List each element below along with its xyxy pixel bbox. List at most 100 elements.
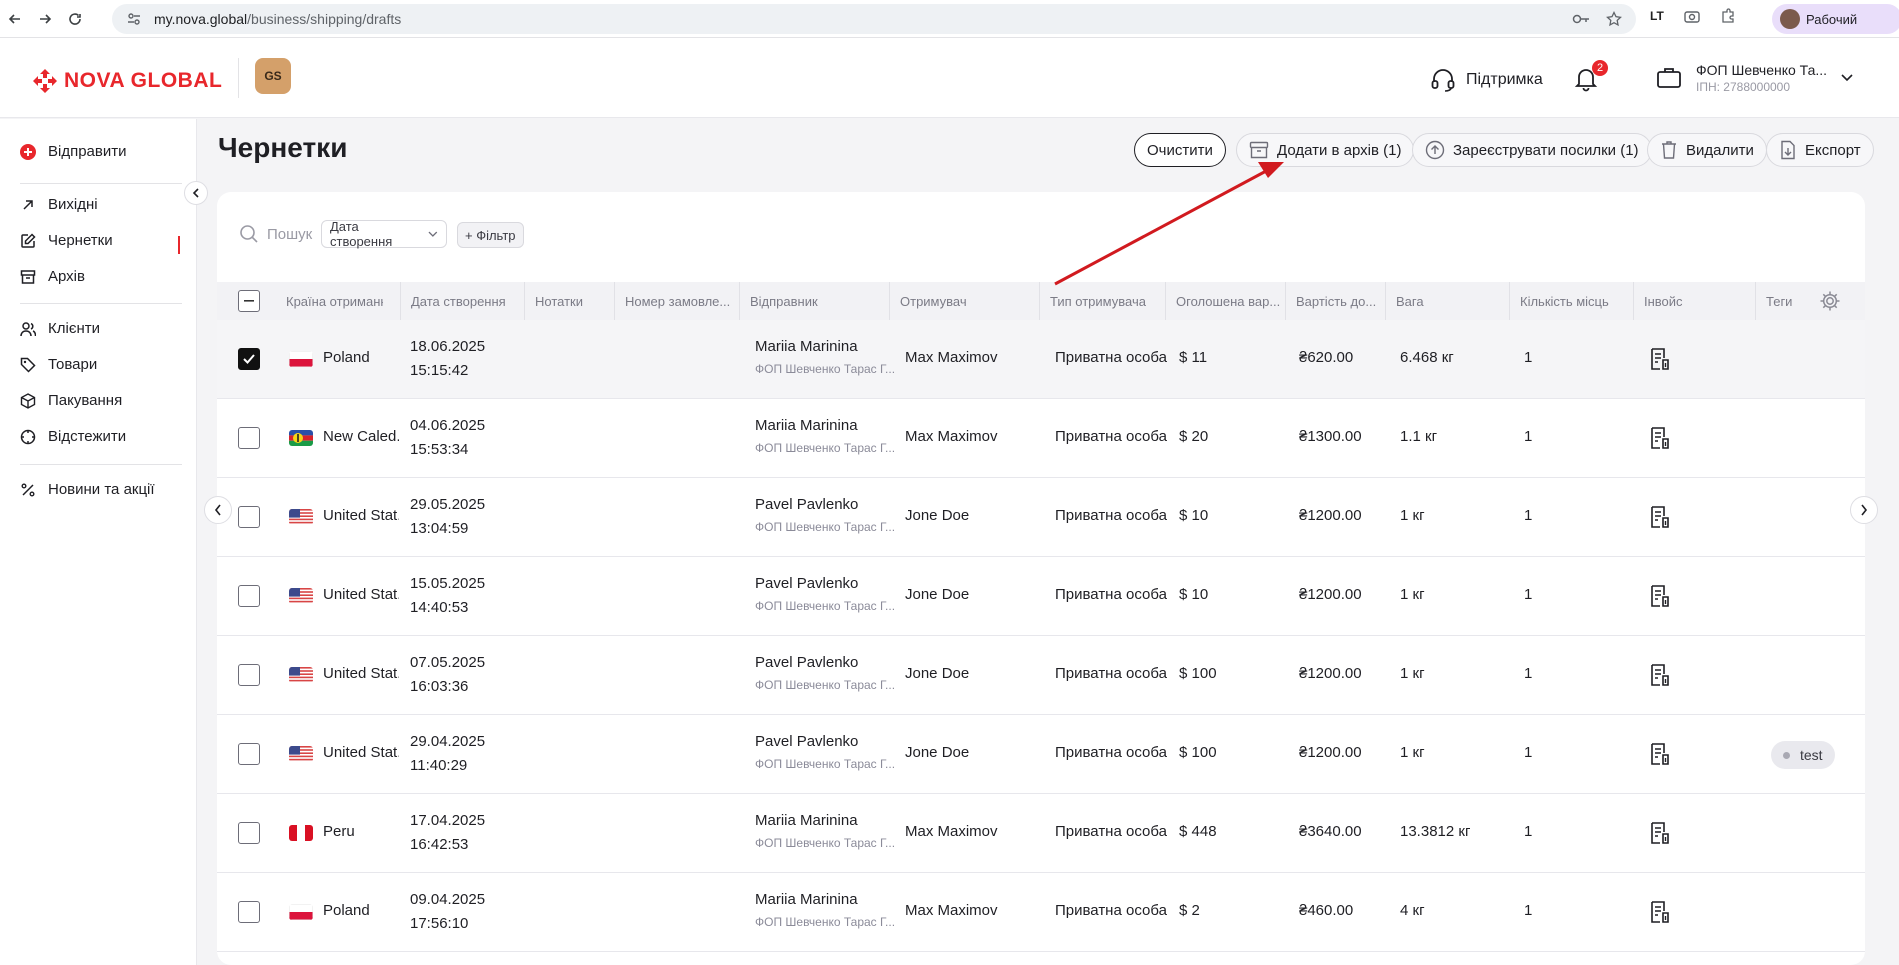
sidebar-item-clients[interactable]: Клієнти [20, 320, 100, 337]
row-checkbox[interactable] [238, 901, 260, 923]
tag-icon [20, 357, 36, 373]
column-header[interactable]: Отримувач [889, 282, 1039, 320]
delete-button[interactable]: Видалити [1647, 133, 1767, 167]
sender-cell: Mariia Marinina ФОП Шевченко Тарас Г... [755, 812, 905, 850]
column-header[interactable]: Дата створення [400, 282, 510, 320]
sidebar-item-outgoing[interactable]: Вихідні [20, 196, 98, 213]
reload-icon[interactable] [60, 4, 90, 34]
sidebar-item-packaging[interactable]: Пакування [20, 392, 122, 409]
invoice-icon[interactable] [1650, 742, 1670, 766]
sidebar-divider [20, 183, 182, 184]
register-parcels-button[interactable]: Зареєструвати посилки (1) [1412, 133, 1652, 167]
row-checkbox[interactable] [238, 822, 260, 844]
weight-cell: 1 кг [1400, 744, 1425, 761]
date-cell: 29.04.2025 11:40:29 [410, 730, 485, 778]
sidebar-item-drafts[interactable]: Чернетки [20, 232, 113, 249]
recipient-type-cell: Приватна особа [1055, 428, 1167, 445]
sender-name: Pavel Pavlenko [755, 575, 859, 592]
table-row[interactable]: United Stat... 15.05.2025 14:40:53 Pavel Pa… [217, 557, 1865, 636]
declared-value-cell: $ 2 [1179, 902, 1200, 919]
recipient-type-cell: Приватна особа [1055, 744, 1167, 761]
sidebar: Відправити Вихідні Чернетки Архів Клієнт… [0, 119, 197, 965]
row-checkbox[interactable] [238, 427, 260, 449]
sidebar-collapse-button[interactable] [184, 181, 208, 205]
extensions-icon[interactable] [1720, 8, 1736, 24]
sidebar-item-goods[interactable]: Товари [20, 356, 97, 373]
column-header[interactable]: Вага [1385, 282, 1509, 320]
column-header[interactable]: Номер замовле... [614, 282, 738, 320]
invoice-icon[interactable] [1650, 505, 1670, 529]
table-row[interactable]: Peru 17.04.2025 16:42:53 Mariia Marinina ФОП… [217, 794, 1865, 873]
date-cell: 04.06.2025 15:53:34 [410, 414, 485, 462]
country-flag-icon [289, 667, 313, 683]
table-row[interactable]: Poland 09.04.2025 17:56:10 Mariia Marinina Ф… [217, 873, 1865, 952]
forward-icon[interactable] [30, 4, 60, 34]
search-input[interactable]: Пошук [267, 226, 312, 243]
table-row[interactable]: United Stat... 29.04.2025 11:40:29 Pavel Pa… [217, 715, 1865, 794]
country-cell: United Stat... [323, 744, 399, 761]
column-header[interactable]: Країна отримання [276, 282, 383, 320]
gs-badge[interactable]: GS [255, 58, 291, 94]
column-header[interactable]: Відправник [739, 282, 889, 320]
table-row[interactable]: United Stat... 29.05.2025 13:04:59 Pavel Pa… [217, 478, 1865, 557]
search-box[interactable]: Пошук [239, 224, 312, 244]
address-bar[interactable]: my.nova.global/business/shipping/drafts [112, 4, 1636, 34]
trash-icon [1662, 141, 1676, 159]
browser-profile-button[interactable]: Рабочий [1772, 4, 1899, 34]
extension-lt-icon[interactable]: LT [1650, 9, 1664, 23]
support-button[interactable]: Підтримка [1430, 68, 1543, 92]
sender-name: Mariia Marinina [755, 812, 858, 829]
declared-value-cell: $ 448 [1179, 823, 1217, 840]
key-icon[interactable] [1572, 13, 1590, 25]
scroll-right-button[interactable] [1850, 496, 1878, 524]
url-domain: my.nova.global [154, 11, 248, 27]
export-button[interactable]: Експорт [1766, 133, 1874, 167]
row-checkbox[interactable] [238, 664, 260, 686]
table-row[interactable]: New Caled... 04.06.2025 15:53:34 Mariia Mar… [217, 399, 1865, 478]
row-checkbox[interactable] [238, 585, 260, 607]
invoice-icon[interactable] [1650, 584, 1670, 608]
select-all-checkbox[interactable] [238, 290, 260, 312]
invoice-icon[interactable] [1650, 821, 1670, 845]
table-row[interactable]: Poland 18.06.2025 15:15:42 Mariia Marinina Ф… [217, 320, 1865, 399]
sidebar-item-label: Пакування [48, 392, 123, 409]
time-value: 17:56:10 [410, 915, 469, 932]
sender-name: Pavel Pavlenko [755, 496, 859, 513]
row-checkbox[interactable] [238, 348, 260, 370]
column-header[interactable]: Тип отримувача [1039, 282, 1165, 320]
sidebar-send-button[interactable]: Відправити [20, 143, 127, 160]
row-checkbox[interactable] [238, 743, 260, 765]
site-settings-icon[interactable] [126, 11, 142, 27]
sidebar-item-track[interactable]: Відстежити [20, 428, 126, 445]
sidebar-item-news[interactable]: Новини та акції [20, 481, 155, 498]
date-select[interactable]: Дата створення [321, 219, 447, 249]
add-filter-button[interactable]: + Фільтр [457, 222, 524, 248]
scroll-left-button[interactable] [204, 496, 232, 524]
url-path: /business/shipping/drafts [247, 11, 402, 27]
account-switcher[interactable]: ФОП Шевченко Та... ІПН: 2788000000 [1656, 62, 1853, 94]
column-header[interactable]: Інвойс [1633, 282, 1757, 320]
column-header[interactable]: Вартість до... [1285, 282, 1385, 320]
sidebar-item-archive[interactable]: Архів [20, 268, 85, 285]
bookmark-star-icon[interactable] [1606, 11, 1622, 27]
nova-global-logo[interactable]: NOVA GLOBAL [32, 68, 222, 94]
table-settings-gear-icon[interactable] [1819, 290, 1841, 312]
back-icon[interactable] [0, 4, 30, 34]
invoice-icon[interactable] [1650, 900, 1670, 924]
invoice-icon[interactable] [1650, 347, 1670, 371]
column-header[interactable]: Нотатки [524, 282, 619, 320]
archive-icon [1249, 141, 1269, 159]
column-header[interactable]: Теги [1755, 282, 1803, 320]
tag-badge[interactable]: test [1771, 741, 1835, 769]
camera-icon[interactable] [1684, 9, 1700, 23]
add-to-archive-button[interactable]: Додати в архів (1) [1236, 133, 1415, 167]
sidebar-divider [20, 303, 182, 304]
column-header[interactable]: Оголошена вар... [1165, 282, 1285, 320]
invoice-icon[interactable] [1650, 663, 1670, 687]
clear-button[interactable]: Очистити [1134, 133, 1226, 167]
declared-value-cell: $ 100 [1179, 665, 1217, 682]
row-checkbox[interactable] [238, 506, 260, 528]
invoice-icon[interactable] [1650, 426, 1670, 450]
table-row[interactable]: United Stat... 07.05.2025 16:03:36 Pavel Pa… [217, 636, 1865, 715]
column-header[interactable]: Кількість місць [1509, 282, 1633, 320]
